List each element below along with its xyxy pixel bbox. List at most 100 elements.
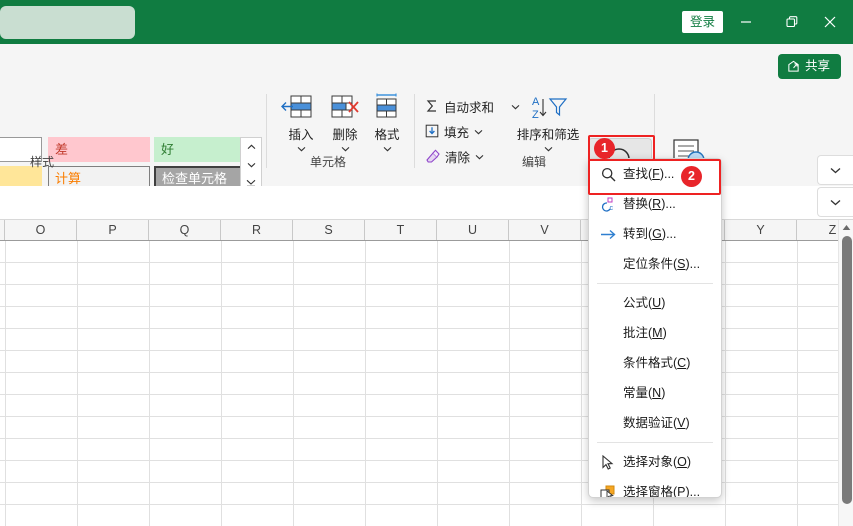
no-icon bbox=[595, 318, 621, 348]
gallery-scroll-down-button[interactable] bbox=[241, 156, 261, 174]
ribbon-surface: 差 好 计算 检查单元格 样式 插入 删除 格式 单元格 自动求和 填充 清除 … bbox=[0, 90, 853, 226]
column-header-p[interactable]: P bbox=[77, 220, 149, 240]
editing-group-label: 编辑 bbox=[522, 155, 547, 169]
svg-text:c: c bbox=[609, 205, 613, 212]
column-header-v[interactable]: V bbox=[509, 220, 581, 240]
fill-chevron[interactable] bbox=[474, 124, 483, 138]
chevron-down-icon bbox=[247, 162, 255, 168]
close-button[interactable] bbox=[807, 0, 853, 44]
pointer-arrow-icon bbox=[595, 447, 621, 477]
sort-filter-label: 排序和筛选 bbox=[516, 128, 580, 142]
delete-cells-icon bbox=[331, 95, 359, 118]
chevron-down-icon bbox=[341, 146, 349, 152]
menu-item-u[interactable]: 公式(U) bbox=[589, 288, 721, 318]
menu-item-label: 查找(F)... bbox=[623, 167, 675, 181]
insert-cells-chevron[interactable] bbox=[277, 143, 325, 152]
share-icon bbox=[788, 60, 799, 72]
column-headers: OPQRSTUVWXYZ bbox=[0, 220, 853, 241]
no-icon bbox=[595, 378, 621, 408]
menu-separator bbox=[597, 283, 713, 284]
autosum-icon bbox=[426, 100, 436, 112]
column-header-u[interactable]: U bbox=[437, 220, 509, 240]
share-label: 共享 bbox=[804, 59, 830, 73]
menu-item-label: 转到(G)... bbox=[623, 227, 677, 241]
column-header-o[interactable]: O bbox=[5, 220, 77, 240]
fill-button[interactable]: 填充 bbox=[425, 120, 483, 142]
menu-item-v[interactable]: 数据验证(V) bbox=[589, 408, 721, 438]
minimize-icon bbox=[741, 21, 751, 23]
clear-button[interactable]: 清除 bbox=[425, 145, 484, 167]
no-icon bbox=[595, 288, 621, 318]
menu-item-s[interactable]: 定位条件(S)... bbox=[589, 249, 721, 279]
chevron-up-icon bbox=[247, 144, 255, 150]
svg-text:Z: Z bbox=[532, 109, 539, 121]
menu-item-p[interactable]: 选择窗格(P)... bbox=[589, 477, 721, 498]
sort-filter-button[interactable]: A Z 排序和筛选 bbox=[510, 93, 586, 152]
menu-item-c[interactable]: 条件格式(C) bbox=[589, 348, 721, 378]
chevron-down-icon bbox=[544, 146, 552, 152]
column-header-q[interactable]: Q bbox=[149, 220, 221, 240]
menu-item-label: 条件格式(C) bbox=[623, 356, 691, 370]
ribbon-collapse-button-1[interactable] bbox=[817, 155, 853, 185]
svg-text:A: A bbox=[532, 96, 540, 108]
chevron-down-icon bbox=[297, 146, 305, 152]
scroll-up-button[interactable] bbox=[839, 220, 853, 235]
selection-pane-icon bbox=[595, 477, 621, 497]
column-header-r[interactable]: R bbox=[221, 220, 293, 240]
gallery-scroll-up-button[interactable] bbox=[241, 138, 261, 156]
grid-line-horizontal bbox=[0, 504, 838, 505]
scroll-up-arrow-icon bbox=[842, 225, 851, 230]
menu-item-label: 替换(R)... bbox=[623, 197, 676, 211]
delete-cells-chevron[interactable] bbox=[321, 143, 369, 152]
menu-item-label: 批注(M) bbox=[623, 326, 667, 340]
autosum-button[interactable]: 自动求和 bbox=[425, 95, 520, 117]
clear-icon bbox=[426, 149, 440, 163]
menu-item-label: 选择窗格(P)... bbox=[623, 485, 701, 498]
menu-item-g[interactable]: 转到(G)... bbox=[589, 219, 721, 249]
vertical-scroll-thumb[interactable] bbox=[842, 236, 852, 504]
menu-item-r[interactable]: c 替换(R)... bbox=[589, 189, 721, 219]
minimize-button[interactable] bbox=[723, 0, 769, 44]
delete-cells-button[interactable]: 删除 bbox=[321, 93, 369, 152]
vertical-scrollbar[interactable] bbox=[838, 220, 853, 526]
chevron-down-icon bbox=[830, 199, 841, 205]
styles-group-label: 样式 bbox=[30, 155, 55, 169]
sort-filter-chevron[interactable] bbox=[510, 143, 586, 152]
grid-cells[interactable] bbox=[0, 241, 853, 526]
clear-chevron[interactable] bbox=[475, 149, 484, 163]
format-cells-icon bbox=[376, 93, 397, 118]
sign-in-button[interactable]: 登录 bbox=[681, 11, 723, 33]
cells-group-label: 单元格 bbox=[310, 155, 347, 169]
menu-item-f[interactable]: 查找(F)... bbox=[589, 159, 721, 189]
insert-cells-label: 插入 bbox=[288, 128, 314, 142]
chevron-down-icon bbox=[383, 146, 391, 152]
menu-separator bbox=[597, 442, 713, 443]
insert-cells-button[interactable]: 插入 bbox=[277, 93, 325, 152]
ribbon: 共享 差 好 计算 检查单元格 样式 插入 删除 格式 单元格 自动求和 填充 … bbox=[0, 44, 853, 226]
formula-bar[interactable] bbox=[0, 186, 853, 220]
group-separator-1 bbox=[266, 94, 267, 168]
delete-cells-label: 删除 bbox=[332, 128, 358, 142]
cell-style-bad[interactable]: 差 bbox=[48, 137, 150, 162]
goto-arrow-icon bbox=[595, 219, 621, 249]
find-and-select-menu[interactable]: 查找(F)... c 替换(R)... 转到(G)... 定位条件(S)... 公式(U)… bbox=[588, 158, 722, 498]
menu-item-n[interactable]: 常量(N) bbox=[589, 378, 721, 408]
no-icon bbox=[595, 249, 621, 279]
column-header-y[interactable]: Y bbox=[725, 220, 797, 240]
format-cells-chevron[interactable] bbox=[363, 143, 411, 152]
replace-icon: c bbox=[595, 189, 621, 219]
share-button[interactable]: 共享 bbox=[777, 54, 841, 79]
column-header-s[interactable]: S bbox=[293, 220, 365, 240]
chevron-down-icon bbox=[475, 154, 484, 160]
ribbon-collapse-button-2[interactable] bbox=[817, 187, 853, 217]
format-cells-button[interactable]: 格式 bbox=[363, 93, 411, 152]
quick-access-toolbar[interactable] bbox=[0, 6, 135, 39]
worksheet-grid[interactable]: OPQRSTUVWXYZ bbox=[0, 220, 853, 526]
styles-gallery-scroll bbox=[240, 137, 262, 193]
column-header-t[interactable]: T bbox=[365, 220, 437, 240]
menu-item-m[interactable]: 批注(M) bbox=[589, 318, 721, 348]
column-header-partial[interactable] bbox=[0, 220, 5, 240]
sort-filter-icon: A Z bbox=[532, 96, 568, 121]
menu-item-label: 数据验证(V) bbox=[623, 416, 690, 430]
menu-item-o[interactable]: 选择对象(O) bbox=[589, 447, 721, 477]
